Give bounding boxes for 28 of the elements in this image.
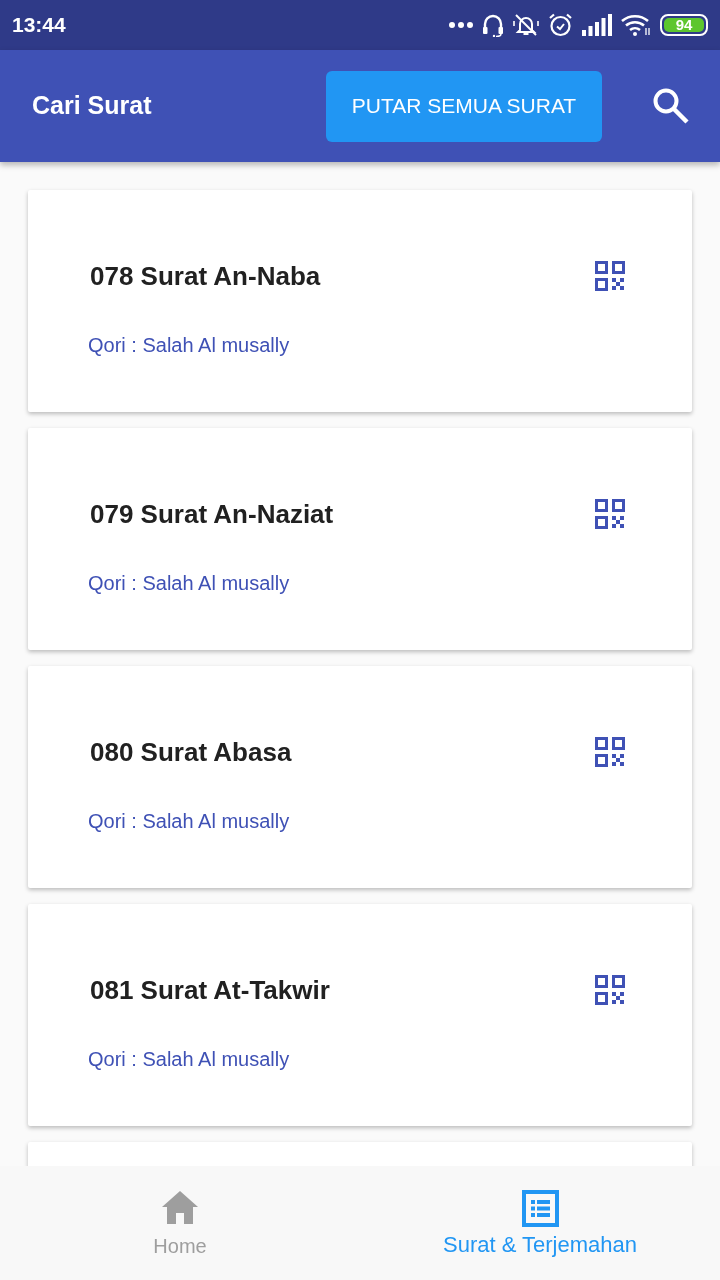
reciter-label: Qori : Salah Al musally <box>88 1047 290 1071</box>
surah-title: 078 Surat An-Naba <box>90 261 321 291</box>
reciter-label: Qori : Salah Al musally <box>88 809 290 833</box>
app-bar-title: Cari Surat <box>32 90 152 122</box>
battery-icon: 94 <box>660 14 708 36</box>
wifi-icon <box>621 14 651 36</box>
reciter-label: Qori : Salah Al musally <box>88 571 290 595</box>
reciter-label: Qori : Salah Al musally <box>88 333 290 357</box>
qr-code-icon[interactable] <box>595 737 625 767</box>
qr-code-icon[interactable] <box>595 499 625 529</box>
surah-card[interactable]: 081 Surat At-Takwir Qori : Salah Al musally <box>28 904 692 1126</box>
alarm-clock-icon <box>548 13 573 37</box>
qr-code-icon[interactable] <box>595 975 625 1005</box>
muted-bell-icon <box>513 13 539 37</box>
more-dots-icon <box>449 22 473 28</box>
surah-title: 081 Surat At-Takwir <box>90 975 330 1005</box>
surah-card[interactable]: 079 Surat An-Naziat Qori : Salah Al musally <box>28 428 692 650</box>
qr-code-icon[interactable] <box>595 261 625 291</box>
status-time: 13:44 <box>12 12 66 39</box>
surah-title: 079 Surat An-Naziat <box>90 499 334 529</box>
list-icon <box>521 1190 559 1227</box>
headset-icon <box>482 13 504 37</box>
surah-title: 080 Surat Abasa <box>90 737 292 767</box>
signal-strength-icon <box>582 14 612 36</box>
home-icon <box>161 1190 199 1224</box>
surah-card[interactable]: 078 Surat An-Naba Qori : Salah Al musally <box>28 190 692 412</box>
surah-card[interactable]: 080 Surat Abasa Qori : Salah Al musally <box>28 666 692 888</box>
search-icon[interactable] <box>652 87 690 125</box>
